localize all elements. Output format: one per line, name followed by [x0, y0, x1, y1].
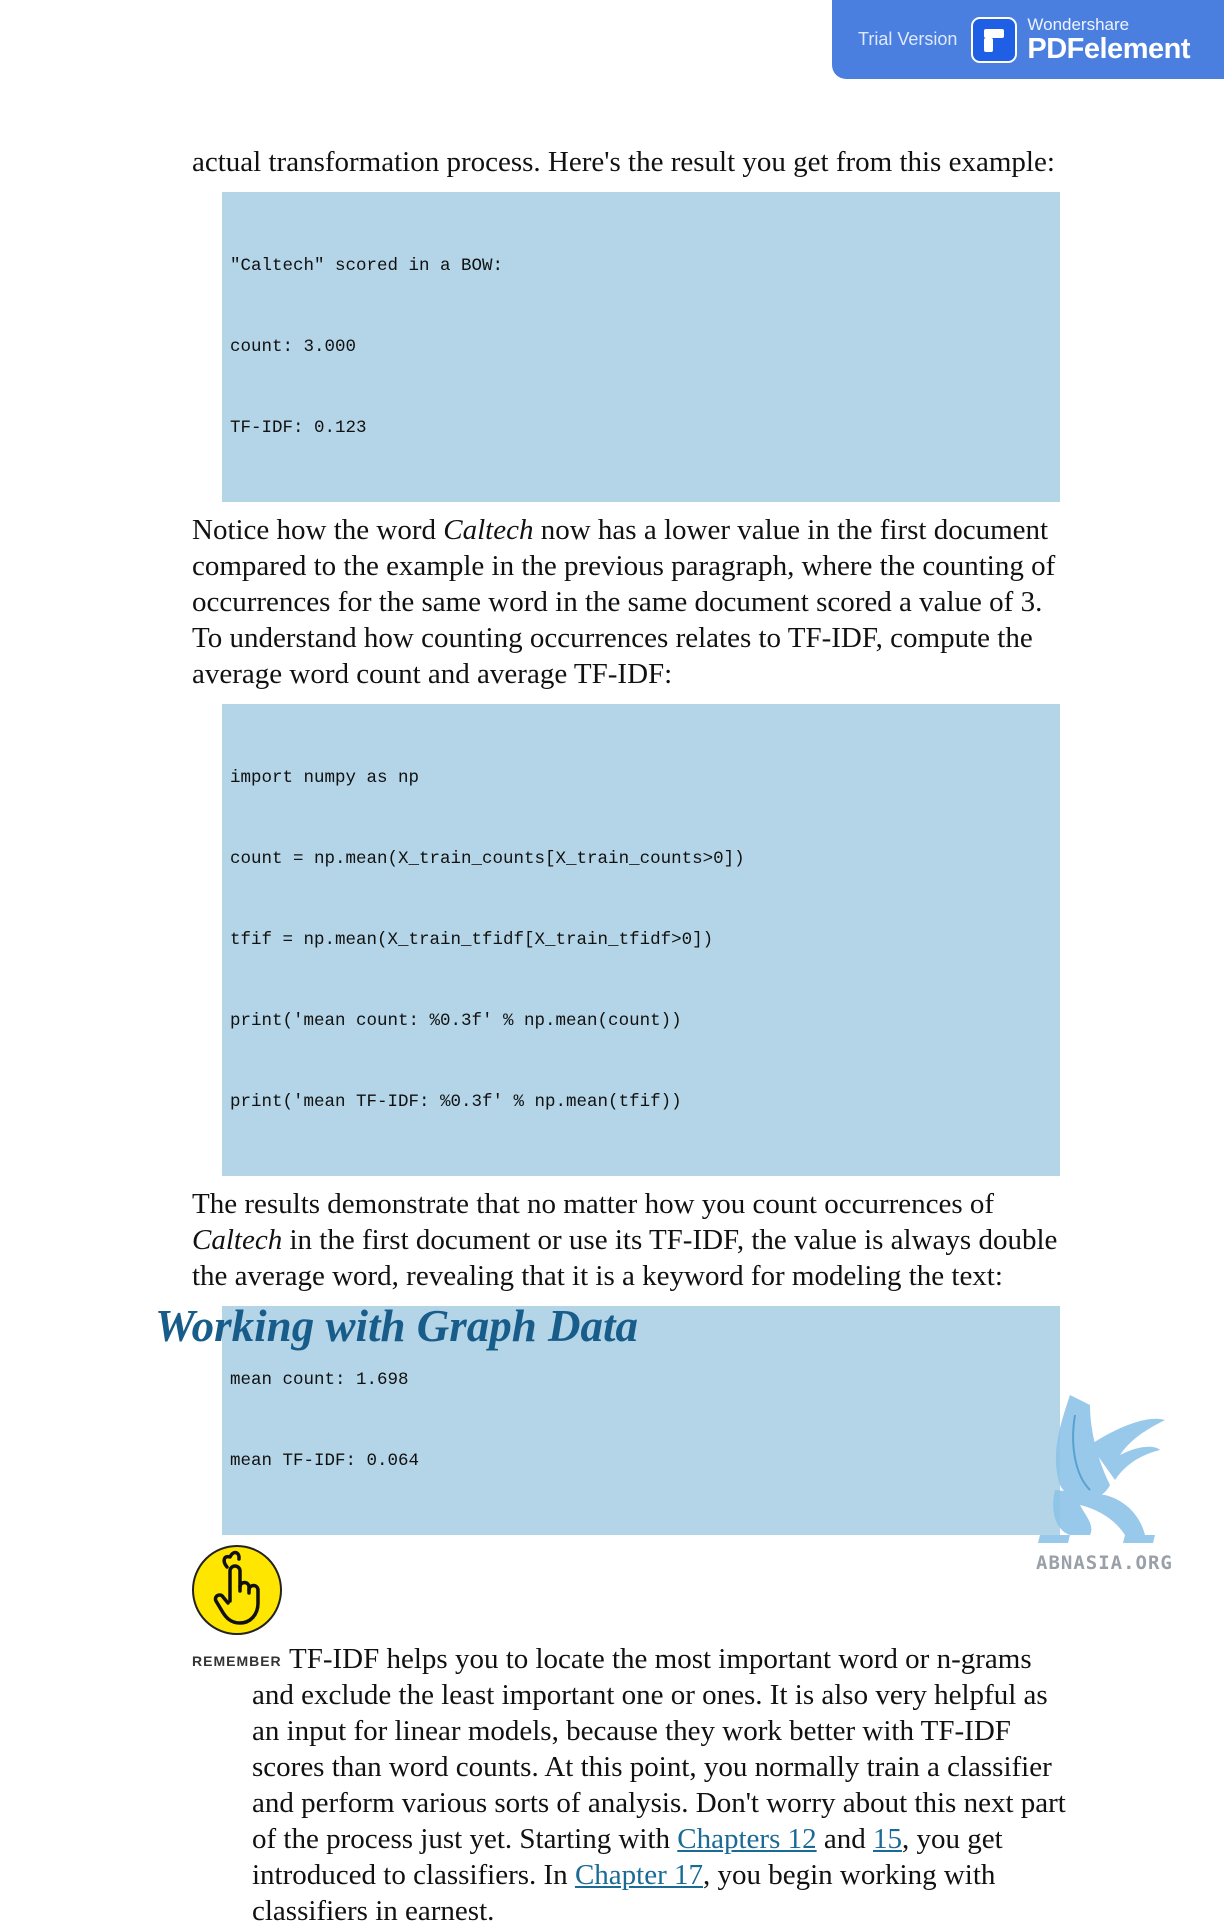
paragraph-results: The results demonstrate that no matter h… — [192, 1186, 1072, 1294]
pointing-finger-icon — [192, 1545, 282, 1635]
link-chapter-17[interactable]: Chapter 17 — [575, 1859, 703, 1891]
code-line: "Caltech" scored in a BOW: — [230, 256, 504, 276]
emphasis-caltech: Caltech — [192, 1224, 283, 1256]
remember-text: TF-IDF helps you to locate the most impo… — [192, 1641, 1072, 1929]
brand-product: PDFelement — [1027, 32, 1190, 65]
code-line: print('mean TF-IDF: %0.3f' % np.mean(tfi… — [230, 1092, 682, 1112]
paragraph-caltech-notice: Notice how the word Caltech now has a lo… — [192, 512, 1072, 692]
code-block-bow-result: "Caltech" scored in a BOW: count: 3.000 … — [222, 192, 1060, 502]
pointing-finger-svg — [213, 1550, 260, 1625]
code-line: count: 3.000 — [230, 337, 357, 357]
trial-version-badge[interactable]: Trial Version Wondershare PDFelement — [832, 0, 1224, 79]
brand-name: Wondershare PDFelement — [1027, 16, 1190, 64]
code-line: print('mean count: %0.3f' % np.mean(coun… — [230, 1011, 682, 1031]
brand-maker: Wondershare — [1027, 14, 1130, 34]
page-content: actual transformation process. Here's th… — [192, 144, 1072, 1929]
code-line: count = np.mean(X_train_counts[X_train_c… — [230, 849, 745, 869]
code-line: mean count: 1.698 — [230, 1370, 409, 1390]
remember-note: REMEMBER TF-IDF helps you to locate the … — [192, 1641, 1072, 1929]
watermark-text: ABNASIA.ORG — [1036, 1552, 1173, 1574]
code-line: TF-IDF: 0.123 — [230, 418, 367, 438]
code-line: import numpy as np — [230, 768, 420, 788]
paragraph-text: The results demonstrate that no matter h… — [192, 1188, 995, 1220]
pdfelement-logo-icon — [971, 16, 1018, 63]
griffin-logo-icon — [1038, 1395, 1165, 1543]
code-line: tfif = np.mean(X_train_tfidf[X_train_tfi… — [230, 930, 714, 950]
emphasis-caltech: Caltech — [443, 514, 534, 546]
remember-text-part: and — [816, 1823, 873, 1855]
link-chapters-12[interactable]: Chapters 12 — [677, 1823, 816, 1855]
remember-label: REMEMBER — [192, 1653, 282, 1669]
paragraph-intro: actual transformation process. Here's th… — [192, 146, 1055, 178]
link-chapter-15[interactable]: 15 — [873, 1823, 902, 1855]
code-block-mean-computation: import numpy as np count = np.mean(X_tra… — [222, 704, 1060, 1176]
code-line: mean TF-IDF: 0.064 — [230, 1451, 420, 1471]
trial-version-label: Trial Version — [858, 29, 958, 49]
paragraph-text: Notice how the word — [192, 514, 444, 546]
paragraph-text: in the first document or use its TF-IDF,… — [192, 1224, 1058, 1292]
section-heading: Working with Graph Data — [155, 1301, 639, 1351]
